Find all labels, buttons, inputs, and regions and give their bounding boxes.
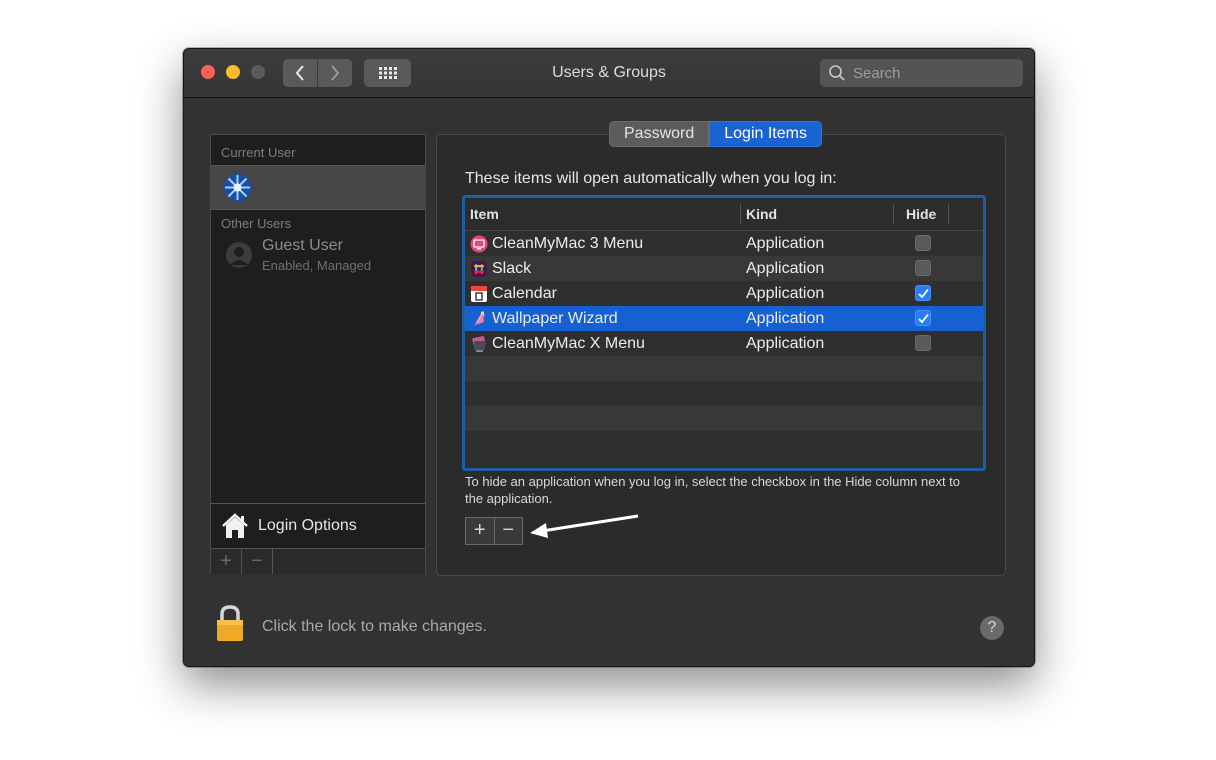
checkmark-icon — [918, 313, 929, 324]
item-name: CleanMyMac 3 Menu — [492, 234, 644, 252]
item-name: Slack — [492, 259, 532, 277]
table-row[interactable]: Slack Application — [465, 256, 983, 281]
search-field[interactable] — [820, 59, 1023, 87]
column-header-kind[interactable]: Kind — [746, 198, 777, 230]
hide-checkbox[interactable] — [915, 285, 931, 301]
wallpaper-wizard-icon — [474, 310, 485, 326]
tab-bar: Password Login Items — [609, 121, 822, 147]
search-input[interactable] — [851, 63, 1015, 83]
hide-checkbox[interactable] — [915, 260, 931, 276]
column-divider — [893, 204, 894, 224]
current-user-label: Current User — [221, 145, 296, 160]
table-row[interactable]: Calendar Application — [465, 281, 983, 306]
empty-row — [465, 381, 983, 406]
kind-cell: Application — [746, 235, 825, 252]
table-row[interactable]: CleanMyMac X Menu Application — [465, 331, 983, 356]
guest-user-item[interactable]: Guest User Enabled, Managed — [211, 235, 425, 279]
column-divider — [948, 204, 949, 224]
column-divider — [740, 204, 741, 224]
other-users-label: Other Users — [221, 216, 292, 231]
add-user-button[interactable]: + — [211, 549, 242, 574]
house-icon — [222, 513, 248, 538]
login-items-intro: These items will open automatically when… — [465, 170, 837, 187]
remove-login-item-button[interactable]: − — [495, 518, 523, 544]
login-options-item[interactable]: Login Options — [211, 503, 425, 548]
guest-user-name: Guest User — [262, 237, 343, 254]
kind-cell: Application — [746, 285, 825, 302]
empty-row — [465, 356, 983, 381]
hide-checkbox[interactable] — [915, 310, 931, 326]
item-cell: CleanMyMac X Menu — [470, 331, 645, 356]
empty-row — [465, 406, 983, 431]
current-user-item[interactable] — [211, 165, 425, 210]
item-name: Wallpaper Wizard — [492, 309, 618, 327]
annotation-arrow-icon — [530, 514, 639, 538]
search-icon — [828, 64, 846, 82]
hide-help-text: To hide an application when you log in, … — [465, 474, 961, 506]
sidebar-toolbar: + − — [211, 548, 425, 574]
item-name: CleanMyMac X Menu — [492, 334, 645, 352]
kind-cell: Application — [746, 310, 825, 327]
help-button[interactable]: ? — [980, 616, 1004, 640]
kind-cell: Application — [746, 260, 825, 277]
item-cell: Wallpaper Wizard — [470, 306, 618, 331]
table-row[interactable]: CleanMyMac 3 Menu Application — [465, 231, 983, 256]
calendar-icon — [471, 285, 487, 302]
login-items-add-remove: + − — [465, 517, 523, 545]
kind-cell: Application — [746, 335, 825, 352]
item-cell: Calendar — [470, 281, 557, 306]
slack-icon — [471, 260, 487, 277]
add-login-item-button[interactable]: + — [466, 518, 495, 544]
lock-message: Click the lock to make changes. — [262, 618, 487, 635]
tab-login-items[interactable]: Login Items — [709, 121, 822, 147]
table-header: Item Kind Hide — [465, 198, 983, 231]
login-options-label: Login Options — [258, 517, 357, 534]
cleanmymacx-icon — [472, 335, 486, 352]
login-items-table[interactable]: Item Kind Hide CleanMyMac 3 Menu Applica… — [462, 195, 986, 471]
lock-icon[interactable] — [215, 604, 245, 642]
empty-row — [465, 431, 983, 456]
item-cell: CleanMyMac 3 Menu — [470, 231, 643, 256]
users-groups-window: Users & Groups Current User Other Use — [183, 48, 1035, 667]
hide-checkbox[interactable] — [915, 335, 931, 351]
hide-checkbox[interactable] — [915, 235, 931, 251]
table-row[interactable]: Wallpaper Wizard Application — [465, 306, 983, 331]
avatar — [223, 173, 252, 202]
cleanmymac3-icon — [470, 235, 488, 252]
users-sidebar: Current User Other Users Guest User Enab… — [210, 134, 426, 574]
tab-password[interactable]: Password — [609, 121, 710, 147]
title-bar: Users & Groups — [184, 49, 1034, 98]
guest-user-status: Enabled, Managed — [262, 258, 372, 273]
column-header-hide[interactable]: Hide — [906, 198, 936, 230]
item-cell: Slack — [470, 256, 531, 281]
checkmark-icon — [918, 288, 929, 299]
remove-user-button[interactable]: − — [242, 549, 273, 574]
guest-user-icon — [226, 242, 252, 268]
item-name: Calendar — [492, 284, 557, 302]
column-header-item[interactable]: Item — [470, 198, 499, 230]
